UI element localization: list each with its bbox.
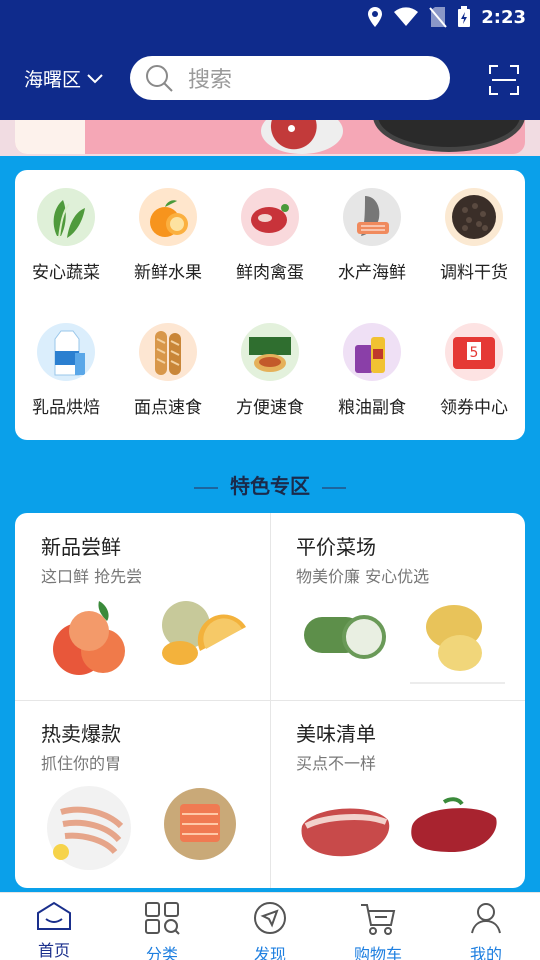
status-icons: 2:23 <box>367 6 526 28</box>
feature-hot-sellers[interactable]: 热卖爆款 抓住你的胃 <box>15 700 270 887</box>
category-item-fruits[interactable]: 新鲜水果 <box>117 188 219 283</box>
potato-image <box>410 605 505 684</box>
salmon-image <box>164 788 236 860</box>
pork-image <box>301 808 390 857</box>
search-input[interactable]: 搜索 <box>130 56 450 100</box>
scan-icon[interactable] <box>488 64 520 96</box>
beef-image <box>411 797 497 852</box>
search-icon <box>146 65 173 92</box>
spice-icon <box>445 188 503 246</box>
tab-label: 购物车 <box>353 945 402 960</box>
feature-budget-market[interactable]: 平价菜场 物美价廉 安心优选 <box>270 513 525 700</box>
district-selector[interactable]: 海曙区 <box>24 65 103 92</box>
tab-category[interactable]: 分类 <box>108 893 216 960</box>
featured-grid: 新品尝鲜 这口鲜 抢先尝 平价菜场 物美价廉 安心优选 热卖爆款 抓住你的胃 美… <box>15 513 525 888</box>
category-item-coupon-center[interactable]: 5 领券中心 <box>423 323 525 418</box>
chevron-down-icon <box>87 73 103 83</box>
dairy-icon <box>37 323 95 381</box>
profile-icon <box>471 903 501 934</box>
category-label: 水产海鲜 <box>338 263 406 283</box>
title-divider-right <box>322 486 346 489</box>
location-icon <box>368 7 383 27</box>
app-header: 海曙区 搜索 <box>0 38 540 120</box>
tab-label: 分类 <box>145 945 178 960</box>
category-item-grain-oil[interactable]: 粮油副食 <box>321 323 423 418</box>
feature-subtitle: 这口鲜 抢先尝 <box>41 567 143 586</box>
feature-title: 新品尝鲜 <box>41 535 121 559</box>
tab-profile[interactable]: 我的 <box>432 893 540 960</box>
banner-page-indicator <box>288 125 295 132</box>
category-item-spices[interactable]: 调料干货 <box>423 188 525 283</box>
melon-image <box>162 601 246 665</box>
category-label: 新鲜水果 <box>134 263 202 283</box>
feature-subtitle: 抓住你的胃 <box>41 754 122 773</box>
title-divider-left <box>194 486 218 489</box>
category-item-dairy-bakery[interactable]: 乳品烘焙 <box>15 323 117 418</box>
category-label: 调料干货 <box>440 263 508 283</box>
battery-icon <box>458 6 471 27</box>
tab-cart[interactable]: 购物车 <box>324 893 432 960</box>
home-icon <box>37 901 71 930</box>
district-label: 海曙区 <box>24 69 82 91</box>
category-label: 鲜肉禽蛋 <box>236 263 304 283</box>
peach-image <box>53 601 125 675</box>
feature-subtitle: 物美价廉 安心优选 <box>296 567 430 586</box>
vegetable-icon <box>37 188 95 246</box>
section-title-text: 特色专区 <box>230 474 310 498</box>
category-item-vegetables[interactable]: 安心蔬菜 <box>15 188 117 283</box>
tab-home[interactable]: 首页 <box>0 893 108 960</box>
category-item-instant-food[interactable]: 方便速食 <box>219 323 321 418</box>
banner-image <box>15 120 525 154</box>
cart-icon <box>361 904 396 935</box>
category-grid: 安心蔬菜 新鲜水果 鲜肉禽蛋 水产海鲜 调料干货 乳品烘焙 面点速食 方便速食 … <box>15 170 525 440</box>
banner-pan-image <box>373 120 525 152</box>
banner-food-plate <box>15 120 85 154</box>
category-label: 粮油副食 <box>338 398 406 418</box>
feature-title: 美味清单 <box>296 722 376 746</box>
category-label: 方便速食 <box>236 398 304 418</box>
bread-icon <box>139 323 197 381</box>
winter-melon-image <box>304 615 386 659</box>
feature-title: 平价菜场 <box>296 535 376 559</box>
banner-meat-image <box>261 120 343 154</box>
tab-label: 首页 <box>37 941 70 960</box>
seafood-icon <box>343 188 401 246</box>
category-label: 面点速食 <box>134 398 202 418</box>
category-item-meat-eggs[interactable]: 鲜肉禽蛋 <box>219 188 321 283</box>
wifi-icon <box>394 7 419 27</box>
category-label: 安心蔬菜 <box>32 263 100 283</box>
discover-icon <box>254 902 286 934</box>
tab-discover[interactable]: 发现 <box>216 893 324 960</box>
tab-label: 我的 <box>469 945 502 960</box>
oil-icon <box>343 323 401 381</box>
svg-text:5: 5 <box>470 345 479 361</box>
feature-new-products[interactable]: 新品尝鲜 这口鲜 抢先尝 <box>15 513 270 700</box>
bottom-tab-bar: 首页 分类 发现 购物车 我的 <box>0 892 540 960</box>
coupon-icon: 5 <box>445 323 503 381</box>
feature-subtitle: 买点不一样 <box>296 754 377 773</box>
promo-banner[interactable] <box>0 120 540 156</box>
search-placeholder: 搜索 <box>188 68 233 93</box>
feature-tasty-list[interactable]: 美味清单 买点不一样 <box>270 700 525 887</box>
meat-icon <box>241 188 299 246</box>
no-sim-icon <box>429 7 447 28</box>
category-label: 领券中心 <box>440 398 508 418</box>
category-icon <box>145 902 180 935</box>
section-title: 特色专区 <box>0 470 540 499</box>
fruit-icon <box>139 188 197 246</box>
instant-food-icon <box>241 323 299 381</box>
category-item-seafood[interactable]: 水产海鲜 <box>321 188 423 283</box>
feature-title: 热卖爆款 <box>41 722 121 746</box>
category-label: 乳品烘焙 <box>32 398 100 418</box>
category-item-pastry[interactable]: 面点速食 <box>117 323 219 418</box>
tab-label: 发现 <box>253 945 286 960</box>
status-bar: 2:23 <box>0 0 540 38</box>
shrimp-image <box>47 786 131 870</box>
status-time: 2:23 <box>481 6 526 28</box>
